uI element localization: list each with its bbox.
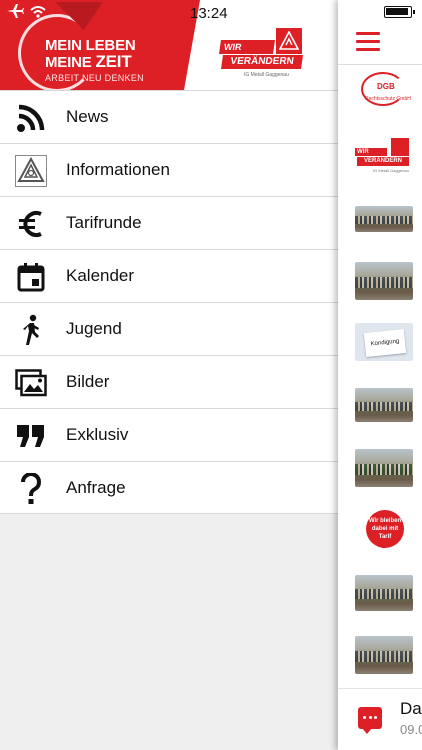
- menu-item-bilder[interactable]: Bilder: [0, 355, 338, 408]
- news-thumb-badge[interactable]: Wir bleiben dabei mit Tarif: [366, 510, 404, 548]
- news-list-item[interactable]: Da 09.0: [338, 688, 422, 750]
- main-content-panel[interactable]: DGB Rechtsschutz GmbH WIR VERÄNDERN IG M…: [338, 0, 422, 750]
- header-banner: 13:24 MEIN LEBEN MEINE ZEIT ARBEIT NEU D…: [0, 0, 338, 90]
- wifi-icon: [30, 5, 46, 21]
- badge-text: Wir bleiben dabei mit Tarif: [368, 518, 402, 540]
- news-thumb-photo[interactable]: [355, 262, 413, 300]
- status-time: 13:24: [190, 5, 228, 22]
- mini-logo-veraendern: VERÄNDERN: [357, 157, 409, 166]
- menu-label-anfrage: Anfrage: [66, 478, 126, 497]
- menu-label-jugend: Jugend: [66, 319, 122, 338]
- news-item-title: Da: [400, 699, 422, 718]
- chat-icon: [358, 707, 382, 734]
- menu-label-bilder: Bilder: [66, 372, 110, 391]
- menu-item-exklusiv[interactable]: Exklusiv: [0, 408, 338, 461]
- document-paper-text: Kündigung: [363, 328, 407, 358]
- dgb-logo-text: DGB: [377, 82, 395, 91]
- wir-veraendern-logo: WIR VERÄNDERN IG Metall Gaggenau: [219, 28, 304, 80]
- slogan-line-3: ARBEIT NEU DENKEN: [45, 73, 144, 83]
- menu-item-news[interactable]: News: [0, 90, 338, 143]
- navigation-drawer: 13:24 MEIN LEBEN MEINE ZEIT ARBEIT NEU D…: [0, 0, 338, 750]
- status-bar-left: [6, 4, 46, 21]
- euro-icon: [14, 207, 48, 241]
- walking-person-icon: [14, 313, 48, 347]
- menu-label-exklusiv: Exklusiv: [66, 425, 129, 444]
- news-thumb-wir-veraendern[interactable]: WIR VERÄNDERN IG Metall Gaggenau: [355, 138, 413, 174]
- menu-label-kalender: Kalender: [66, 266, 135, 285]
- mini-logo-subtitle: IG Metall Gaggenau: [373, 168, 409, 173]
- igm-logo-icon: [391, 138, 409, 156]
- rss-icon: [14, 101, 48, 135]
- menu-item-anfrage[interactable]: Anfrage: [0, 461, 338, 514]
- menu-item-tarifrunde[interactable]: Tarifrunde: [0, 196, 338, 249]
- quote-icon: [14, 419, 48, 453]
- images-icon: [14, 366, 48, 400]
- menu-label-tarifrunde: Tarifrunde: [66, 213, 142, 232]
- menu-label-informationen: Informationen: [66, 160, 170, 179]
- igm-logo-icon: [276, 28, 302, 54]
- logo-wir-text: WIR: [219, 40, 275, 54]
- menu-label-news: News: [66, 107, 109, 126]
- logo-veraendern-text: VERÄNDERN: [221, 55, 303, 69]
- news-thumb-document[interactable]: Kündigung: [355, 323, 413, 361]
- news-thumb-photo[interactable]: [355, 206, 413, 232]
- igm-logo-icon: [14, 154, 48, 188]
- slogan-line-2: MEINE ZEIT: [45, 52, 144, 71]
- mini-logo-wir: WIR: [355, 148, 387, 156]
- airplane-mode-icon: [6, 4, 24, 21]
- battery-icon: [384, 6, 415, 18]
- news-thumb-dgb-logo[interactable]: DGB Rechtsschutz GmbH: [355, 72, 413, 114]
- dgb-logo-subtitle: Rechtsschutz GmbH: [365, 96, 411, 102]
- menu-item-kalender[interactable]: Kalender: [0, 249, 338, 302]
- toolbar-divider: [338, 64, 422, 65]
- news-thumb-photo[interactable]: [355, 575, 413, 611]
- question-icon: [14, 472, 48, 506]
- logo-subtitle: IG Metall Gaggenau: [244, 72, 289, 78]
- slogan-line-2b: ZEIT: [95, 52, 132, 71]
- news-thumb-photo[interactable]: [355, 636, 413, 674]
- slogan-line-2a: MEINE: [45, 54, 92, 71]
- slogan: MEIN LEBEN MEINE ZEIT ARBEIT NEU DENKEN: [45, 38, 144, 84]
- news-thumb-photo[interactable]: [355, 388, 413, 422]
- drawer-menu: News Informationen Tarifrunde Kalender J…: [0, 90, 338, 514]
- news-item-date: 09.0: [400, 722, 422, 737]
- hamburger-menu-button[interactable]: [356, 32, 380, 52]
- calendar-icon: [14, 260, 48, 294]
- menu-item-jugend[interactable]: Jugend: [0, 302, 338, 355]
- news-thumb-photo[interactable]: [355, 449, 413, 487]
- menu-item-informationen[interactable]: Informationen: [0, 143, 338, 196]
